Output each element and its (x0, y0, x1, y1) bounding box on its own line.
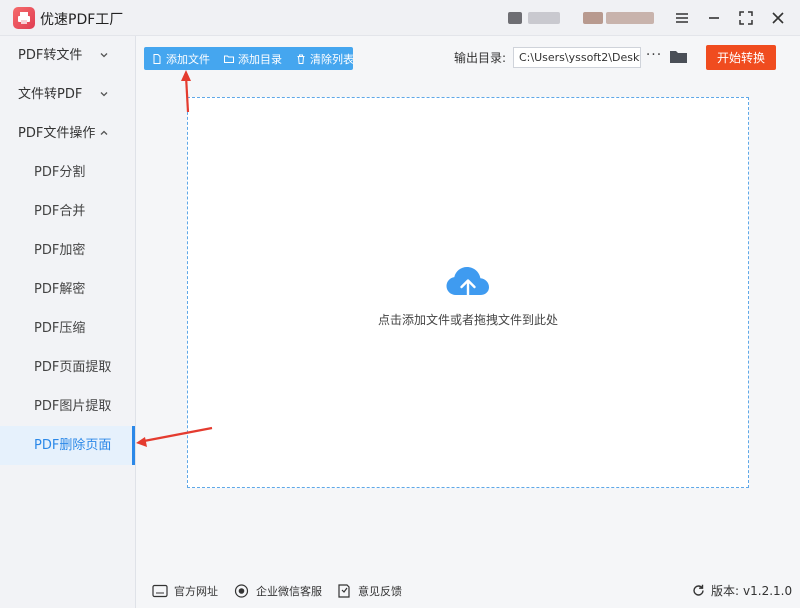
trash-icon (297, 54, 305, 64)
app-title: 优速PDF工厂 (40, 12, 124, 28)
refresh-icon (693, 584, 704, 596)
sidebar-group-label: PDF文件操作 (18, 126, 96, 141)
sidebar-group-label: PDF转文件 (18, 48, 83, 63)
add-file-label: 添加文件 (166, 52, 210, 66)
add-folder-label: 添加目录 (238, 52, 282, 66)
title-bar: 优速PDF工厂 (0, 0, 800, 36)
chevron-down-icon (100, 53, 108, 58)
footer-bar: 官方网址 企业微信客服 意见反馈 版本: v1.2.1.0 (137, 573, 800, 608)
folder-icon (224, 55, 234, 63)
menu-button[interactable] (670, 6, 694, 30)
file-toolbar: 添加文件 添加目录 清除列表 (144, 47, 354, 70)
sidebar-item-pdf-page-extract[interactable]: PDF页面提取 (0, 348, 135, 387)
minimize-button[interactable] (702, 6, 726, 30)
user-account-name[interactable] (528, 12, 560, 24)
output-dir-field[interactable]: C:\Users\yssoft2\Desktop (513, 47, 641, 68)
wechat-service-label: 企业微信客服 (256, 585, 322, 598)
sidebar-item-pdf-split[interactable]: PDF分割 (0, 153, 135, 192)
user-account-avatar[interactable] (508, 12, 522, 24)
sidebar-item-pdf-merge[interactable]: PDF合并 (0, 192, 135, 231)
minimize-icon (709, 17, 719, 19)
feedback-label: 意见反馈 (358, 585, 402, 598)
clear-list-label: 清除列表 (310, 52, 354, 66)
printer-icon (18, 12, 30, 24)
sidebar-group-pdf-to-file[interactable]: PDF转文件 (0, 36, 135, 75)
add-folder-button[interactable]: 添加目录 (216, 47, 288, 70)
chevron-up-icon (100, 130, 108, 135)
sidebar-item-pdf-decrypt[interactable]: PDF解密 (0, 270, 135, 309)
user-vip-badge[interactable] (583, 12, 603, 24)
sidebar-group-label: 文件转PDF (18, 87, 83, 102)
sidebar-item-pdf-compress[interactable]: PDF压缩 (0, 309, 135, 348)
sidebar-item-pdf-delete-pages[interactable]: PDF删除页面 (0, 426, 135, 465)
close-button[interactable] (766, 6, 790, 30)
more-options-button[interactable]: ··· (645, 48, 663, 66)
website-icon (152, 584, 168, 598)
user-vip-info[interactable] (606, 12, 654, 24)
output-dir-label: 输出目录: (454, 51, 507, 65)
feedback-icon (338, 584, 350, 598)
sidebar-group-file-to-pdf[interactable]: 文件转PDF (0, 75, 135, 114)
drop-hint-text: 点击添加文件或者拖拽文件到此处 (377, 313, 558, 327)
wechat-service-link[interactable]: 企业微信客服 (234, 583, 322, 599)
clear-list-button[interactable]: 清除列表 (288, 47, 360, 70)
website-link[interactable]: 官方网址 (152, 583, 218, 599)
menu-icon (676, 13, 688, 23)
app-logo (13, 7, 35, 29)
add-file-button[interactable]: 添加文件 (144, 47, 216, 70)
file-icon (153, 53, 161, 64)
version-label: 版本: (711, 584, 740, 598)
chat-icon (234, 584, 249, 598)
chevron-down-icon (100, 92, 108, 97)
sidebar-item-pdf-image-extract[interactable]: PDF图片提取 (0, 387, 135, 426)
maximize-icon (739, 11, 753, 25)
sidebar: PDF转文件 文件转PDF PDF文件操作 PDF分割 PDF合并 PDF加密 … (0, 36, 136, 608)
maximize-button[interactable] (734, 6, 758, 30)
sidebar-group-pdf-operations[interactable]: PDF文件操作 (0, 114, 135, 153)
sidebar-item-pdf-encrypt[interactable]: PDF加密 (0, 231, 135, 270)
start-convert-button[interactable]: 开始转换 (706, 45, 776, 70)
version-info[interactable]: 版本: v1.2.1.0 (692, 582, 792, 599)
website-label: 官方网址 (174, 585, 218, 598)
feedback-link[interactable]: 意见反馈 (336, 583, 402, 599)
open-folder-icon[interactable] (669, 48, 688, 65)
cloud-upload-icon (446, 267, 489, 303)
version-number: v1.2.1.0 (743, 583, 793, 598)
file-drop-zone[interactable]: 点击添加文件或者拖拽文件到此处 (187, 97, 749, 488)
close-icon (772, 12, 784, 24)
